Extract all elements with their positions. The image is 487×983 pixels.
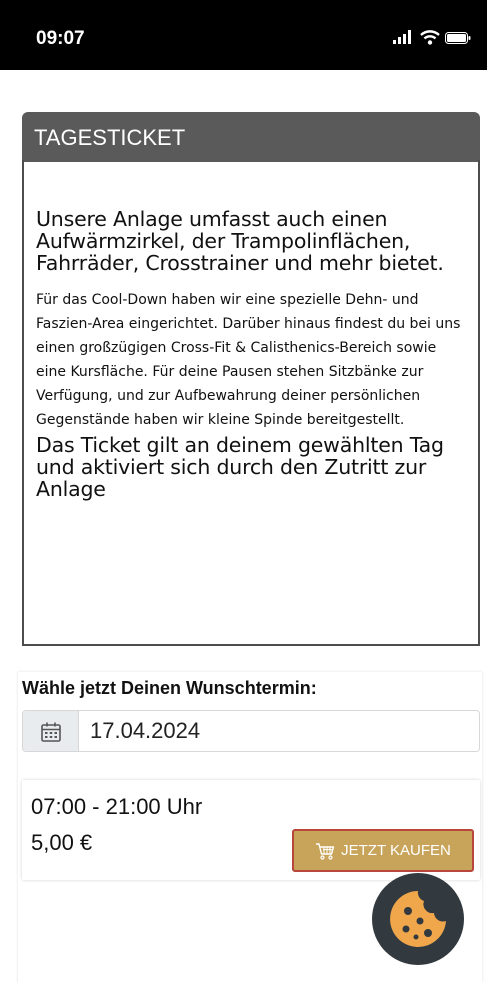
cookie-settings-button[interactable] <box>372 873 464 965</box>
status-bar: 09:07 <box>0 0 487 70</box>
calendar-button[interactable] <box>23 711 79 751</box>
cookie-icon <box>390 891 446 947</box>
cart-icon <box>316 842 335 860</box>
buy-now-label: JETZT KAUFEN <box>341 842 451 859</box>
status-time: 09:07 <box>36 28 85 49</box>
ticket-lead-text: Unsere Anlage umfasst auch einen Aufwärm… <box>36 207 444 275</box>
slot-time-range: 07:00 - 21:00 Uhr <box>31 794 203 819</box>
ticket-card-body: Unsere Anlage umfasst auch einen Aufwärm… <box>22 160 480 646</box>
status-icons <box>393 30 473 46</box>
calendar-icon <box>41 722 61 742</box>
buy-now-button[interactable]: JETZT KAUFEN <box>292 829 474 872</box>
ticket-card-title: TAGESTICKET <box>22 112 480 162</box>
date-picker[interactable] <box>22 710 480 752</box>
time-slot-card: 07:00 - 21:00 Uhr 5,00 € JETZT KAUFEN <box>22 780 480 880</box>
date-input[interactable] <box>80 711 479 751</box>
battery-icon <box>445 32 471 44</box>
ticket-description: Für das Cool-Down haben wir eine speziel… <box>36 292 461 428</box>
wifi-icon <box>420 30 440 45</box>
slot-price: 5,00 € <box>31 830 93 855</box>
ticket-validity-text: Das Ticket gilt an deinem gewählten Tag … <box>36 433 444 501</box>
signal-icon <box>393 30 411 44</box>
booking-heading: Wähle jetzt Deinen Wunschtermin: <box>22 678 317 698</box>
